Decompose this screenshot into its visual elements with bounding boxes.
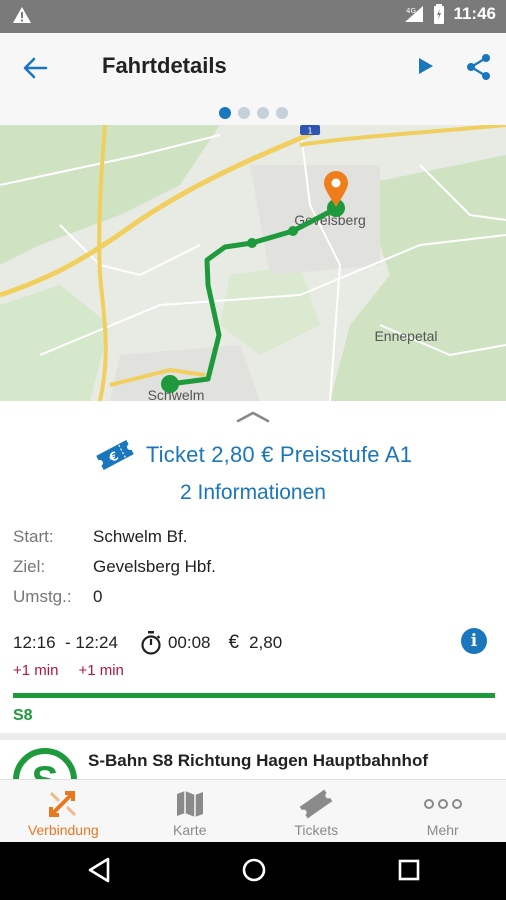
status-bar: 4G 11:46	[0, 0, 506, 33]
page-dot[interactable]	[256, 107, 269, 119]
route-icon	[49, 791, 77, 817]
line-color-bar	[13, 693, 495, 698]
trip-summary: 12:16 - 12:24 00:08 € 2,80	[13, 629, 493, 657]
ticket-icon	[299, 789, 333, 819]
system-home-icon[interactable]	[240, 856, 268, 884]
line-name: S8	[13, 707, 33, 724]
s-bahn-logo-icon: S	[13, 748, 77, 779]
informations-link[interactable]: 2 Informationen	[0, 481, 506, 505]
delays: +1 min +1 min	[13, 662, 124, 679]
page-dot[interactable]	[237, 107, 250, 119]
bottom-navigation: Verbindung Karte Tickets Mehr	[0, 779, 506, 842]
duration-value: 00:08	[167, 633, 211, 652]
departure-delay: +1 min	[13, 662, 59, 679]
arrival-delay: +1 min	[78, 662, 124, 679]
start-value: Schwelm Bf.	[93, 527, 188, 546]
battery-icon	[434, 4, 445, 24]
ticket-euro-icon: €	[96, 439, 134, 471]
route-stop	[247, 238, 257, 248]
start-label: Start:	[13, 527, 54, 546]
transfers-row: Umstg.: 0	[13, 587, 102, 607]
nav-label: Mehr	[426, 822, 459, 838]
chevron-up-icon[interactable]	[236, 409, 270, 423]
map-label-ennepetal: Ennepetal	[374, 328, 437, 344]
nav-karte[interactable]: Karte	[127, 780, 254, 842]
share-icon[interactable]	[466, 53, 492, 81]
duration: 00:08	[140, 631, 211, 655]
nav-label: Verbindung	[27, 822, 99, 838]
info-icon[interactable]: i	[461, 628, 487, 654]
clock: 11:46	[453, 4, 496, 23]
nav-verbindung[interactable]: Verbindung	[0, 780, 127, 842]
more-icon	[423, 799, 462, 809]
map-icon	[176, 791, 203, 817]
transfers-value: 0	[93, 587, 103, 606]
route-stop	[288, 226, 298, 236]
euro-icon: €	[228, 632, 240, 653]
leg-item[interactable]: S S-Bahn S8 Richtung Hagen Hauptbahnhof	[0, 746, 506, 779]
system-recents-icon[interactable]	[396, 856, 422, 884]
price: € 2,80	[228, 632, 282, 654]
svg-text:4G: 4G	[406, 7, 416, 15]
back-arrow-icon[interactable]	[22, 55, 48, 81]
trip-times: 12:16 - 12:24	[13, 633, 118, 652]
nav-mehr[interactable]: Mehr	[380, 780, 506, 842]
route-start-marker[interactable]	[161, 375, 179, 393]
cell-signal-icon: 4G	[405, 6, 424, 22]
nav-label: Karte	[173, 822, 207, 838]
svg-text:1: 1	[307, 127, 312, 136]
stopwatch-icon	[141, 631, 161, 655]
warning-icon	[13, 7, 31, 23]
nav-tickets[interactable]: Tickets	[253, 780, 380, 842]
destination-row: Ziel: Gevelsberg Hbf.	[13, 557, 216, 577]
ticket-link[interactable]: € Ticket 2,80 € Preisstufe A1	[0, 437, 506, 473]
system-back-icon[interactable]	[86, 856, 112, 884]
play-icon[interactable]	[418, 57, 434, 75]
ticket-price-label: Ticket 2,80 € Preisstufe A1	[145, 442, 413, 467]
svg-text:S: S	[32, 759, 59, 779]
destination-value: Gevelsberg Hbf.	[93, 557, 216, 576]
price-value: 2,80	[249, 633, 283, 652]
page-dot[interactable]	[275, 107, 288, 119]
page-title: Fahrtdetails	[102, 53, 227, 78]
route-map[interactable]: 1 Gevelsberg Ennepetal Schwelm	[0, 125, 506, 401]
page-dot[interactable]	[218, 107, 231, 119]
nav-label: Tickets	[294, 822, 339, 838]
app-bar: Fahrtdetails	[0, 33, 506, 101]
departure-time: 12:16	[13, 633, 56, 652]
start-row: Start: Schwelm Bf.	[13, 527, 187, 547]
destination-label: Ziel:	[13, 557, 46, 576]
page-indicator	[0, 101, 506, 125]
arrival-time: 12:24	[75, 633, 118, 652]
system-navigation-bar	[0, 842, 506, 900]
trip-details-sheet: € Ticket 2,80 € Preisstufe A1 2 Informat…	[0, 401, 506, 779]
transfers-label: Umstg.:	[13, 587, 72, 606]
divider	[0, 733, 506, 740]
leg-title: S-Bahn S8 Richtung Hagen Hauptbahnhof	[88, 751, 428, 770]
